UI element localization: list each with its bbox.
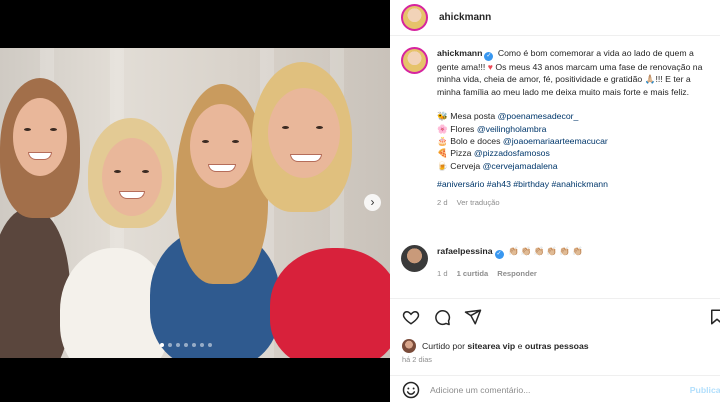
person-4-dress [270, 248, 390, 358]
person-3-face [190, 104, 252, 188]
credit-handle-link[interactable]: @poenamesadecor_ [498, 111, 579, 121]
likes-summary: Curtido por sitearea vip e outras pessoa… [402, 339, 589, 353]
carousel-dot [208, 343, 212, 347]
likes-middle: e [517, 341, 523, 351]
verified-badge-icon: ✓ [494, 250, 504, 259]
person-3-eye [232, 140, 239, 143]
flower-icon: 🌸 [437, 123, 448, 134]
caption-avatar[interactable] [401, 47, 428, 74]
comment-age[interactable]: 1 d [437, 269, 448, 278]
carousel-dot [200, 343, 204, 347]
cake-icon: 🎂 [437, 136, 448, 147]
person-1-eye [50, 128, 57, 131]
caption: ahickmann ✓ Como é bom comemorar a vida a… [401, 47, 711, 209]
credit-label: Bolo e doces [450, 136, 501, 147]
bee-icon: 🐝 [437, 111, 448, 122]
add-comment-row: Publicar [390, 375, 720, 402]
credit-handle-link[interactable]: @veilingholambra [477, 124, 547, 134]
carousel-dot [184, 343, 188, 347]
chevron-right-icon: › [370, 195, 375, 209]
person-4-face [268, 88, 340, 178]
person-4-smile [290, 154, 322, 162]
person-1-face [13, 98, 67, 176]
credit-row: 🐝 Mesa posta @poenamesadecor_ [437, 110, 711, 122]
carousel-dot [168, 343, 172, 347]
person-1-eye [24, 128, 31, 131]
credit-row: 🍺 Cerveja @cervejamadalena [437, 160, 711, 172]
pizza-icon: 🍕 [437, 148, 448, 159]
commenter-username[interactable]: rafaelpessina [437, 246, 493, 256]
post-header: ahickmann [390, 0, 720, 36]
credit-label: Flores [450, 123, 475, 134]
reply-button[interactable]: Responder [497, 269, 537, 278]
caption-age[interactable]: 2 d [437, 198, 448, 207]
emoji-icon[interactable] [402, 381, 420, 399]
person-3-smile [208, 164, 236, 172]
carousel-dot [160, 343, 164, 347]
heart-icon[interactable] [402, 308, 420, 326]
person-4-eye [316, 126, 323, 129]
carousel-dot [176, 343, 180, 347]
post-side-panel: ahickmann ahickmann ✓ Como é bom comemora… [390, 0, 720, 402]
credit-row: 🌸 Flores @veilingholambra [437, 123, 711, 135]
verified-badge-icon: ✓ [484, 52, 494, 61]
author-username[interactable]: ahickmann [439, 12, 491, 23]
credit-handle-link[interactable]: @pizzadosfamosos [474, 148, 550, 158]
person-2-face [102, 138, 162, 216]
caption-username[interactable]: ahickmann [437, 48, 482, 58]
carousel-next-button[interactable]: › [364, 194, 381, 211]
post-photo[interactable]: › [0, 48, 390, 358]
person-2-eye [114, 170, 121, 173]
credit-row: 🍕 Pizza @pizzadosfamosos [437, 147, 711, 159]
comment-icon[interactable] [433, 308, 451, 326]
share-icon[interactable] [464, 308, 482, 326]
credit-label: Mesa posta [450, 111, 496, 122]
comment-item: rafaelpessina ✓ 👏🏼👏🏼👏🏼👏🏼👏🏼👏🏼 1 d 1 curtida… [401, 245, 711, 280]
likes-prefix: Curtido por [422, 341, 465, 351]
credit-handle-link[interactable]: @joaoemariaarteemacucar [503, 136, 608, 146]
comment-text: 👏🏼👏🏼👏🏼👏🏼👏🏼👏🏼 [507, 246, 585, 256]
liker-avatar [402, 339, 416, 353]
carousel-dot [192, 343, 196, 347]
action-bar: Curtido por sitearea vip e outras pessoa… [390, 298, 720, 398]
hashtags[interactable]: #aniversário #ah43 #birthday #anahickman… [437, 178, 711, 190]
credit-row: 🎂 Bolo e doces @joaoemariaarteemacucar [437, 135, 711, 147]
carousel-indicator [160, 343, 212, 347]
liker-username[interactable]: sitearea vip [467, 341, 515, 351]
post-time[interactable]: há 2 dias [402, 355, 432, 364]
person-2-smile [119, 191, 145, 199]
comment-input[interactable] [430, 384, 670, 395]
translate-link[interactable]: Ver tradução [457, 198, 500, 207]
credit-label: Pizza [450, 148, 472, 159]
credit-handle-link[interactable]: @cervejamadalena [483, 161, 558, 171]
credit-label: Cerveja [450, 160, 481, 171]
person-3-eye [202, 140, 209, 143]
author-avatar[interactable] [401, 4, 428, 31]
commenter-avatar[interactable] [401, 245, 428, 272]
publish-button[interactable]: Publicar [690, 385, 720, 395]
comments-section[interactable]: ahickmann ✓ Como é bom comemorar a vida a… [390, 37, 720, 296]
heart-emoji: ♥ [487, 62, 493, 72]
beer-icon: 🍺 [437, 160, 448, 171]
likes-others[interactable]: outras pessoas [525, 341, 589, 351]
person-1-body [0, 208, 70, 358]
bookmark-icon[interactable] [708, 308, 720, 326]
comment-likes[interactable]: 1 curtida [457, 269, 489, 278]
person-2-eye [142, 170, 149, 173]
person-4-eye [282, 126, 289, 129]
